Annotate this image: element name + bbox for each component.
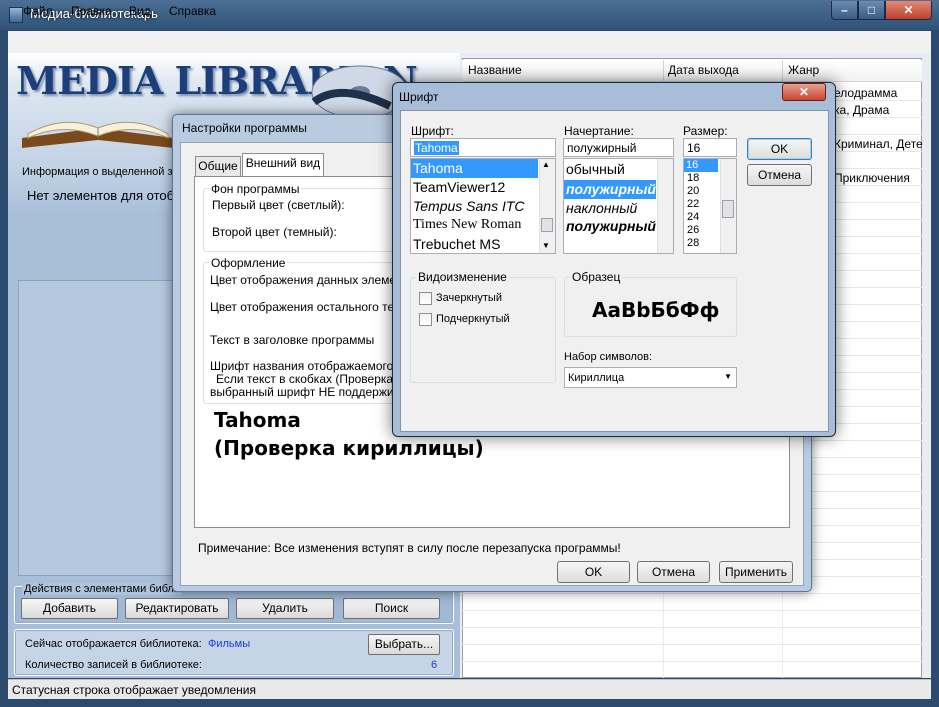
font-hint-line1: Если текст в скобках (Проверка к xyxy=(216,372,402,386)
search-button[interactable]: Поиск xyxy=(343,598,440,619)
font-list-item-selected[interactable]: Tahoma xyxy=(411,159,538,178)
first-color-label: Первый цвет (светлый): xyxy=(212,198,345,212)
font-list-item[interactable]: Tempus Sans ITC xyxy=(413,198,525,214)
charset-value: Кириллица xyxy=(568,372,625,384)
list-cell-genre: Криминал, Дете xyxy=(834,137,923,151)
count-label: Количество записей в библиотеке: xyxy=(25,659,202,671)
size-list-item-selected[interactable]: 16 xyxy=(684,159,718,172)
column-release-date[interactable]: Дата выхода xyxy=(668,63,739,77)
menu-file[interactable]: Файл xyxy=(23,4,53,18)
column-title[interactable]: Название xyxy=(468,63,522,77)
delete-button[interactable]: Удалить xyxy=(236,598,334,619)
charset-select[interactable]: Кириллица ▼ xyxy=(564,367,737,388)
status-text: Статусная строка отображает уведомления xyxy=(12,683,256,697)
font-list-item[interactable]: TeamViewer12 xyxy=(413,179,505,195)
font-name-label: Шрифт названия отображаемого эл xyxy=(210,359,410,373)
no-items-text: Нет элементов для отобр xyxy=(27,188,182,203)
style-list-item[interactable]: наклонный xyxy=(566,200,637,216)
tab-general[interactable]: Общие xyxy=(195,156,241,177)
app-icon xyxy=(9,7,23,23)
underline-label: Подчеркнутый xyxy=(436,313,510,325)
other-color-label: Цвет отображения остального текс xyxy=(210,300,406,314)
font-list-item[interactable]: Times New Roman xyxy=(413,217,521,233)
row-divider xyxy=(462,627,922,628)
column-separator xyxy=(782,60,783,82)
font-sample-line2: (Проверка кириллицы) xyxy=(214,436,484,460)
menu-bar xyxy=(8,31,931,53)
data-color-label: Цвет отображения данных элемент xyxy=(210,273,409,287)
row-divider xyxy=(462,644,922,645)
design-group-title: Оформление xyxy=(209,256,288,270)
size-list-item[interactable]: 20 xyxy=(687,185,699,197)
minimize-button[interactable]: – xyxy=(831,1,858,20)
background-group-title: Фон программы xyxy=(209,182,302,196)
font-sample-text: AaBbБбФф xyxy=(592,298,720,322)
style-list-item-selected[interactable]: полужирный xyxy=(564,180,656,199)
column-genre[interactable]: Жанр xyxy=(788,63,819,77)
list-cell-genre: ка, Драма xyxy=(834,103,890,117)
close-button[interactable]: ✕ xyxy=(885,1,932,20)
row-divider xyxy=(462,610,922,611)
style-list-item[interactable]: обычный xyxy=(566,161,625,177)
maximize-button[interactable]: □ xyxy=(858,1,885,20)
font-list-scrollbar[interactable] xyxy=(539,159,555,253)
second-color-label: Второй цвет (темный): xyxy=(212,225,337,239)
count-value: 6 xyxy=(431,659,438,671)
scroll-down-arrow-icon[interactable]: ▼ xyxy=(542,241,550,250)
font-list-item[interactable]: Trebuchet MS xyxy=(413,236,500,252)
font-name-value: Tahoma xyxy=(414,141,459,155)
font-hint-line2: выбранный шрифт НЕ поддерживае xyxy=(210,385,414,399)
underline-checkbox[interactable] xyxy=(419,313,432,326)
info-label: Информация о выделенной за xyxy=(22,166,179,178)
font-label: Шрифт: xyxy=(411,124,454,138)
menu-edit[interactable]: Правка xyxy=(71,4,112,18)
style-list-scrollbar[interactable] xyxy=(657,159,673,253)
size-list-item[interactable]: 28 xyxy=(687,237,699,249)
column-separator xyxy=(663,60,664,82)
effects-group-title: Видоизменение xyxy=(416,270,509,284)
actions-group-title: Действия с элементами библи xyxy=(22,583,183,595)
scroll-up-arrow-icon[interactable]: ▲ xyxy=(542,160,550,169)
font-dialog-title: Шрифт xyxy=(399,90,439,104)
book-icon xyxy=(22,121,174,148)
sample-group-title: Образец xyxy=(570,270,623,284)
strikeout-label: Зачеркнутый xyxy=(436,292,502,304)
edit-button[interactable]: Редактировать xyxy=(125,598,229,619)
list-cell-genre: Приключения xyxy=(834,171,910,185)
charset-label: Набор символов: xyxy=(564,351,653,363)
restart-note: Примечание: Все изменения вступят в силу… xyxy=(198,541,621,555)
add-button[interactable]: Добавить xyxy=(21,598,118,619)
library-name: Фильмы xyxy=(208,638,251,650)
settings-dialog-title: Настройки программы xyxy=(182,121,307,135)
row-divider xyxy=(462,661,922,662)
header-text-label: Текст в заголовке программы xyxy=(210,333,375,347)
scroll-thumb[interactable] xyxy=(722,200,734,218)
style-list-item[interactable]: полужирный. xyxy=(566,218,656,234)
size-list-item[interactable]: 22 xyxy=(687,198,699,210)
menu-help[interactable]: Справка xyxy=(169,4,216,18)
scroll-thumb[interactable] xyxy=(541,218,553,232)
list-cell-genre: елодрамма xyxy=(834,86,898,100)
size-list-item[interactable]: 24 xyxy=(687,211,699,223)
strikeout-checkbox[interactable] xyxy=(419,292,432,305)
row-divider xyxy=(462,593,922,594)
style-input[interactable]: полужирный xyxy=(563,138,674,157)
settings-cancel-button[interactable]: Отмена xyxy=(637,561,710,583)
choose-library-button[interactable]: Выбрать... xyxy=(368,634,440,655)
menu-view[interactable]: Вид xyxy=(129,4,151,18)
settings-apply-button[interactable]: Применить xyxy=(719,561,793,583)
font-dialog-close-button[interactable]: ✕ xyxy=(782,83,826,101)
size-list-item[interactable]: 26 xyxy=(687,224,699,236)
settings-ok-button[interactable]: OK xyxy=(557,561,630,583)
font-name-input[interactable]: Tahoma xyxy=(410,138,556,157)
style-label: Начертание: xyxy=(564,124,634,138)
library-label: Сейчас отображается библиотека: xyxy=(25,638,202,650)
size-label: Размер: xyxy=(683,124,728,138)
font-cancel-button[interactable]: Отмена xyxy=(747,164,812,186)
size-input[interactable]: 16 xyxy=(683,138,737,157)
tab-appearance[interactable]: Внешний вид xyxy=(242,153,324,177)
font-ok-button[interactable]: OK xyxy=(747,138,812,160)
chevron-down-icon: ▼ xyxy=(724,372,732,381)
size-list-item[interactable]: 18 xyxy=(687,172,699,184)
